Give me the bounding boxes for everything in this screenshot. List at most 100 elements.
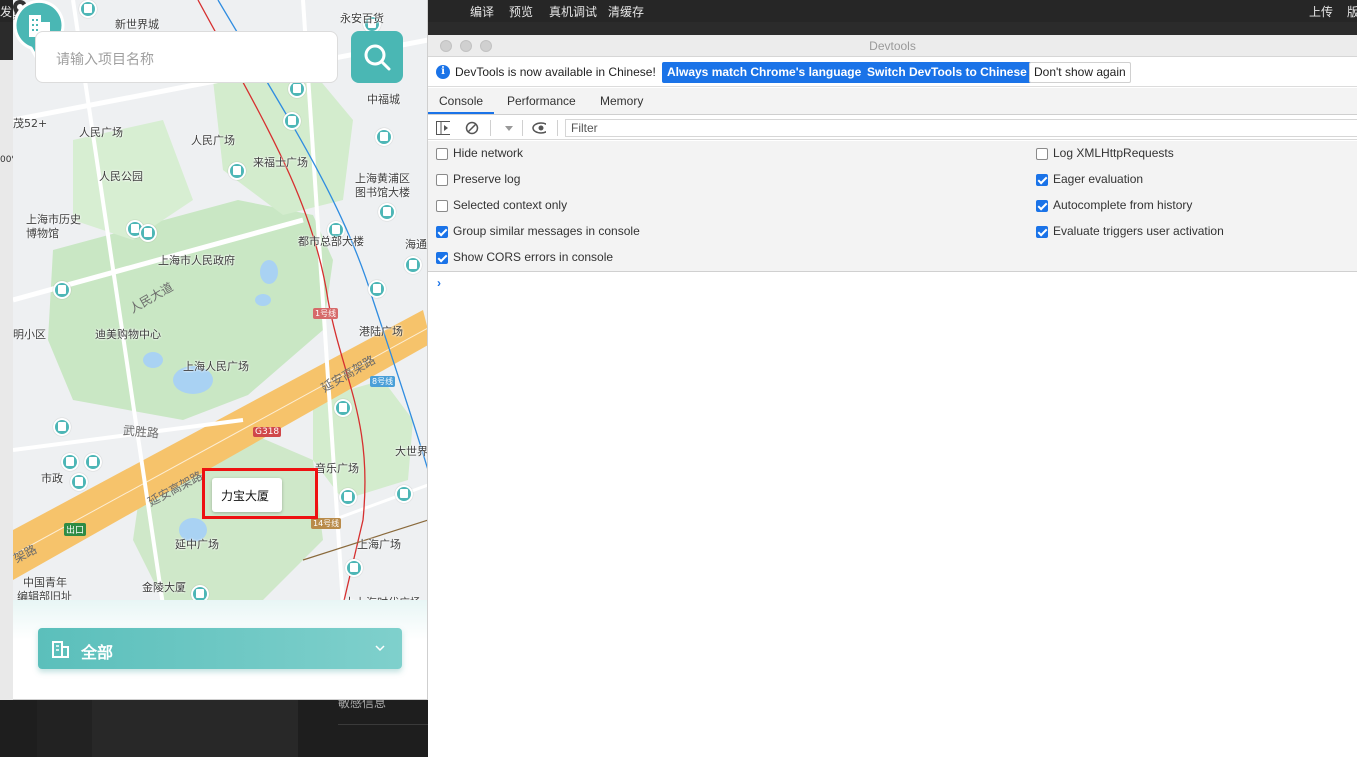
devtools-window: Devtools i DevTools is now available in … xyxy=(428,35,1357,757)
building-poi-icon[interactable] xyxy=(283,112,301,134)
building-poi-icon[interactable] xyxy=(288,80,306,102)
building-poi-icon[interactable] xyxy=(368,280,386,302)
clear-cache-button[interactable]: 清缓存 xyxy=(608,3,644,20)
filter-placeholder: Filter xyxy=(571,121,598,135)
building-poi-icon[interactable] xyxy=(53,281,71,303)
tab-memory[interactable]: Memory xyxy=(600,94,643,108)
building-poi-icon[interactable] xyxy=(339,488,357,510)
map-label: 人民公园 xyxy=(99,170,143,183)
tab-performance[interactable]: Performance xyxy=(507,94,576,108)
search-button[interactable] xyxy=(351,31,403,83)
dont-show-again-button[interactable]: Don't show again xyxy=(1029,62,1131,83)
building-poi-icon[interactable] xyxy=(375,128,393,150)
checkbox[interactable] xyxy=(1036,148,1048,160)
filter-selected-value: 全部 xyxy=(81,643,114,662)
map-label: 大世界 xyxy=(395,445,428,458)
setting-label: Preserve log xyxy=(453,172,521,186)
building-poi-icon[interactable] xyxy=(334,399,352,421)
map-label: 博物馆 xyxy=(26,227,59,240)
map-label: 上海广场 xyxy=(357,538,401,551)
window-title: Devtools xyxy=(869,39,916,53)
ide-panel xyxy=(37,700,92,757)
context-dropdown-icon[interactable] xyxy=(504,121,518,135)
exit-badge: 出口 xyxy=(64,523,87,536)
sidebar-toggle-icon[interactable] xyxy=(436,121,450,135)
devtools-tabbar: Console Performance Memory xyxy=(428,88,1357,115)
preview-button[interactable]: 预览 xyxy=(509,3,533,20)
setting-label: Eager evaluation xyxy=(1053,172,1144,186)
tab-console[interactable]: Console xyxy=(439,94,483,108)
map-label: 市政 xyxy=(41,472,63,485)
zoom-label: 00% xyxy=(0,155,21,165)
building-poi-icon[interactable] xyxy=(70,473,88,495)
map-label: 海通 xyxy=(405,238,427,251)
console-filter-input[interactable]: Filter xyxy=(565,119,1357,137)
console-settings-panel: Hide network Preserve log Selected conte… xyxy=(428,141,1357,272)
map-label: 人民广场 xyxy=(191,134,235,147)
checkbox[interactable] xyxy=(436,226,448,238)
map-view[interactable]: 惠里 新世界城 永安百货 中福城 茂52+ 人民广场 人民广场 来福士广场 上海… xyxy=(13,0,428,605)
checkbox[interactable] xyxy=(1036,200,1048,212)
map-label: 来福士广场 xyxy=(253,156,308,169)
info-icon: i xyxy=(436,65,450,79)
infobar-message: DevTools is now available in Chinese! xyxy=(455,65,656,79)
building-poi-icon[interactable] xyxy=(378,203,396,225)
map-label: 茂52+ xyxy=(13,117,48,130)
metro-line-badge: 14号线 xyxy=(311,518,342,529)
checkbox[interactable] xyxy=(1036,174,1048,186)
building-poi-icon[interactable] xyxy=(345,559,363,581)
compile-button[interactable]: 编译 xyxy=(470,3,494,20)
setting-label: Evaluate triggers user activation xyxy=(1053,224,1224,238)
active-tab-indicator xyxy=(428,112,494,114)
ide-side-strip: 00% xyxy=(0,60,21,757)
checkbox[interactable] xyxy=(436,252,448,264)
map-label: 人民广场 xyxy=(79,126,123,139)
window-titlebar: Devtools xyxy=(428,35,1357,57)
search-icon xyxy=(364,44,391,71)
map-label: 上海市人民政府 xyxy=(158,254,235,267)
building-poi-icon[interactable] xyxy=(53,418,71,440)
setting-label: Show CORS errors in console xyxy=(453,250,614,264)
checkbox[interactable] xyxy=(436,174,448,186)
building-poi-icon[interactable] xyxy=(395,485,413,507)
checkbox[interactable] xyxy=(1036,226,1048,238)
console-toolbar: Filter xyxy=(428,116,1357,140)
building-poi-icon[interactable] xyxy=(79,0,97,22)
building-poi-icon[interactable] xyxy=(139,224,157,246)
setting-label: Hide network xyxy=(453,146,524,160)
map-label: 上海人民广场 xyxy=(183,360,249,373)
metro-line-badge: 8号线 xyxy=(370,376,396,387)
ide-panel xyxy=(92,700,298,757)
annotation-highlight-box xyxy=(202,468,318,519)
road-label: 武胜路 xyxy=(122,423,160,441)
ide-right-cut-label: 版 xyxy=(1347,5,1357,19)
ide-left-cut-label: 发 xyxy=(0,5,13,19)
map-label: 音乐广场 xyxy=(315,462,359,475)
match-language-button[interactable]: Always match Chrome's language xyxy=(662,62,867,83)
building-poi-icon[interactable] xyxy=(228,162,246,184)
language-infobar: i DevTools is now available in Chinese! … xyxy=(428,58,1357,87)
setting-label: Group similar messages in console xyxy=(453,224,640,238)
switch-to-chinese-button[interactable]: Switch DevTools to Chinese xyxy=(862,62,1032,83)
checkbox[interactable] xyxy=(436,148,448,160)
building-poi-icon[interactable] xyxy=(61,453,79,475)
building-poi-icon[interactable] xyxy=(404,256,422,278)
setting-label: Selected context only xyxy=(453,198,568,212)
metro-line-badge: 1号线 xyxy=(313,308,339,319)
console-prompt[interactable]: › xyxy=(437,276,441,290)
search-input[interactable]: 请输入项目名称 xyxy=(35,31,338,83)
category-filter-select[interactable]: 全部 xyxy=(38,628,402,669)
map-label: 延中广场 xyxy=(175,538,219,551)
device-debug-button[interactable]: 真机调试 xyxy=(549,3,597,20)
clear-console-icon[interactable] xyxy=(465,121,479,135)
map-label: 明小区 xyxy=(13,328,46,341)
map-label: 新世界城 xyxy=(115,18,159,31)
setting-label: Log XMLHttpRequests xyxy=(1053,146,1174,160)
building-poi-icon[interactable] xyxy=(84,453,102,475)
divider xyxy=(557,120,558,136)
map-label: 金陵大厦 xyxy=(142,581,186,594)
upload-button[interactable]: 上传 xyxy=(1309,3,1333,20)
checkbox[interactable] xyxy=(436,200,448,212)
eye-icon[interactable] xyxy=(532,121,546,135)
divider xyxy=(522,120,523,136)
